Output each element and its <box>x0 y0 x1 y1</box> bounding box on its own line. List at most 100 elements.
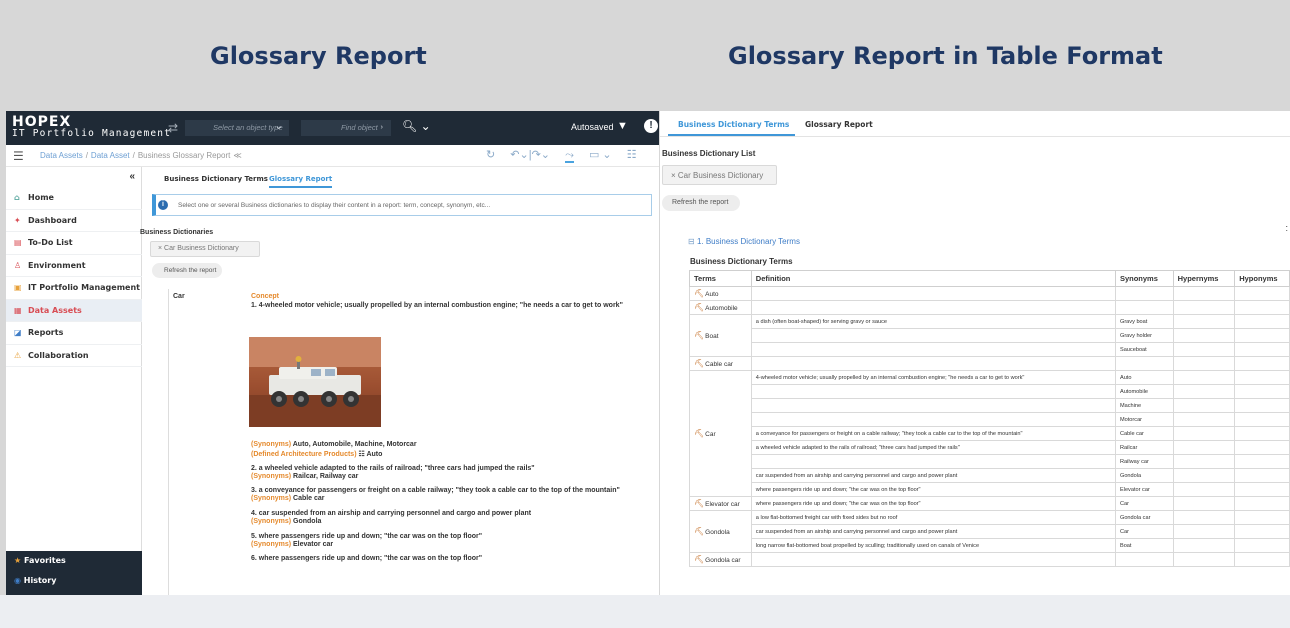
term-cell[interactable]: ⛏Gondola car <box>689 552 752 567</box>
synonyms-5: (Synonyms) Elevator car <box>251 541 334 548</box>
todo-icon: ▤ <box>14 238 22 247</box>
menu-icon[interactable]: ☰ <box>13 149 24 163</box>
undo-redo-icon[interactable]: ↶⌄|↷⌄ <box>510 149 550 161</box>
column-header[interactable]: Hyponyms <box>1234 270 1290 287</box>
object-type-select[interactable]: Select an object type ⌄ <box>185 120 289 136</box>
term-cell[interactable]: ⛏Elevator car <box>689 496 752 511</box>
view-toolbar: ↻ ↶⌄|↷⌄ ⤳ ▭ ⌄ ☷ <box>486 148 649 163</box>
hypernym-cell <box>1172 356 1236 371</box>
definition-4: 4. car suspended from an airship and car… <box>251 510 532 517</box>
dictionaries-title: Business Dictionaries <box>140 229 214 236</box>
properties-icon[interactable]: ☷ <box>627 149 637 161</box>
glossary-report-screenshot: HOPEX IT Portfolio Management ⇄ Select a… <box>6 111 659 595</box>
hyponym-cell <box>1234 552 1290 567</box>
term-icon: ⛏ <box>694 429 705 438</box>
synonym-cell: Sauceboat <box>1114 342 1174 357</box>
info-icon[interactable]: ! <box>644 119 658 133</box>
synonym-cell: Motorcar <box>1114 412 1174 427</box>
hyponym-cell <box>1234 328 1290 343</box>
tab-business-dictionary-terms[interactable]: Business Dictionary Terms <box>678 120 789 129</box>
definition-cell <box>750 300 1116 315</box>
section-heading[interactable]: ⊟ 1. Business Dictionary Terms <box>688 237 800 246</box>
left-caption: Glossary Report <box>210 42 427 70</box>
term-cell[interactable]: ⛏Boat <box>689 314 752 357</box>
table-row: Gravy holder <box>690 328 1290 343</box>
refresh-icon[interactable]: ↻ <box>486 149 495 161</box>
refresh-report-button[interactable]: Refresh the report <box>662 195 740 211</box>
info-icon: i <box>158 200 168 210</box>
table-row: a wheeled vehicle adapted to the rails o… <box>690 440 1290 455</box>
hyponym-cell <box>1234 300 1290 315</box>
sidebar-item-home[interactable]: ⌂ Home <box>6 187 142 210</box>
display-icon[interactable]: ▭ ⌄ <box>589 149 612 161</box>
portfolio-icon: ▣ <box>14 283 22 292</box>
sidebar-item-favorites[interactable]: ★ Favorites <box>6 551 142 571</box>
tab-glossary-report[interactable]: Glossary Report <box>805 120 873 129</box>
column-header[interactable]: Definition <box>750 270 1116 287</box>
tab-business-dictionary-terms[interactable]: Business Dictionary Terms <box>164 175 268 183</box>
go-arrow-icon[interactable]: › <box>381 122 384 131</box>
term-icon: ⛏ <box>694 527 705 536</box>
collapse-section-icon[interactable]: ⊟ <box>688 237 695 246</box>
remove-icon[interactable]: × <box>671 171 678 180</box>
sidebar-item-collaboration[interactable]: ⚠ Collaboration <box>6 345 142 367</box>
hyponym-cell <box>1234 426 1290 441</box>
synonym-cell <box>1114 286 1174 301</box>
swap-icon[interactable]: ⇄ <box>168 121 178 135</box>
graph-view-icon[interactable]: ⤳ <box>565 149 574 163</box>
search-icon[interactable]: 🔍︎ ⌄ <box>402 119 431 133</box>
find-object-input[interactable]: Find object › <box>301 120 391 136</box>
sidebar-item-environment[interactable]: ♙ Environment <box>6 255 142 277</box>
term-cell[interactable]: ⛏Gondola <box>689 510 752 553</box>
refresh-report-button[interactable]: Refresh the report <box>152 263 222 278</box>
definition-cell <box>750 384 1116 399</box>
table-row: Sauceboat <box>690 342 1290 357</box>
dictionary-chip[interactable]: × Car Business Dictionary <box>662 165 777 185</box>
more-icon[interactable]: : <box>1285 223 1288 233</box>
glossary-table-screenshot: Business Dictionary Terms Glossary Repor… <box>660 111 1290 595</box>
dictionary-chip[interactable]: × Car Business Dictionary <box>150 241 260 257</box>
definition-cell <box>750 286 1116 301</box>
term-cell[interactable]: ⛏Cable car <box>689 356 752 371</box>
sidebar-item-it-portfolio[interactable]: ▣ IT Portfolio Management <box>6 277 142 300</box>
synonyms-2: (Synonyms) Railcar, Railway car <box>251 473 359 480</box>
sidebar-item-dashboard[interactable]: ✦ Dashboard <box>6 210 142 232</box>
star-icon: ★ <box>14 556 24 565</box>
breadcrumb-item[interactable]: Data Assets <box>40 151 83 160</box>
data-assets-icon: ▦ <box>14 305 22 315</box>
column-header[interactable]: Hypernyms <box>1172 270 1236 287</box>
term-cell[interactable]: ⛏Automobile <box>689 300 752 315</box>
tab-glossary-report[interactable]: Glossary Report <box>269 175 333 188</box>
hypernym-cell <box>1172 370 1236 385</box>
defined-architecture-products: (Defined Architecture Products) ☷ Auto <box>251 451 383 458</box>
column-header[interactable]: Synonyms <box>1114 270 1174 287</box>
breadcrumb-item[interactable]: Data Asset <box>91 151 130 160</box>
right-caption: Glossary Report in Table Format <box>728 42 1163 70</box>
hyponym-cell <box>1234 440 1290 455</box>
notification-icon[interactable]: ▼ <box>617 120 628 132</box>
hypernym-cell <box>1172 524 1236 539</box>
definition-cell: a low flat-bottomed freight car with fix… <box>750 510 1116 525</box>
column-header[interactable]: Terms <box>689 270 752 287</box>
synonym-cell: Car <box>1114 524 1174 539</box>
table-header-row: Terms Definition Synonyms Hypernyms Hypo… <box>689 270 1290 287</box>
sidebar-item-data-assets[interactable]: ▦ Data Assets <box>6 299 142 322</box>
hyponym-cell <box>1234 342 1290 357</box>
synonym-cell: Boat <box>1114 538 1174 553</box>
definition-cell: car suspended from an airship and carryi… <box>750 524 1116 539</box>
collapse-icon[interactable]: « <box>129 171 135 182</box>
tab-bar: Business Dictionary Terms Glossary Repor… <box>660 111 1290 137</box>
synonym-cell: Car <box>1114 496 1174 511</box>
sidebar-item-todo[interactable]: ▤ To-Do List <box>6 232 142 255</box>
sidebar-item-reports[interactable]: ◪ Reports <box>6 322 142 345</box>
synonym-cell: Gravy boat <box>1114 314 1174 329</box>
bottom-band <box>0 595 1290 628</box>
term-cell[interactable]: ⛏Auto <box>689 286 752 301</box>
definition-cell <box>750 398 1116 413</box>
breadcrumb: Data Assets / Data Asset / Business Glossary… <box>40 151 242 160</box>
sidebar-item-history[interactable]: ◉ History <box>6 571 142 591</box>
definition-6: 6. where passengers ride up and down; "t… <box>251 555 483 562</box>
app-logo: HOPEX IT Portfolio Management <box>12 114 172 139</box>
sidebar-nav: ⌂ Home ✦ Dashboard ▤ To-Do List ♙ Environmen… <box>6 187 142 367</box>
term-cell[interactable]: ⛏Car <box>689 370 752 497</box>
